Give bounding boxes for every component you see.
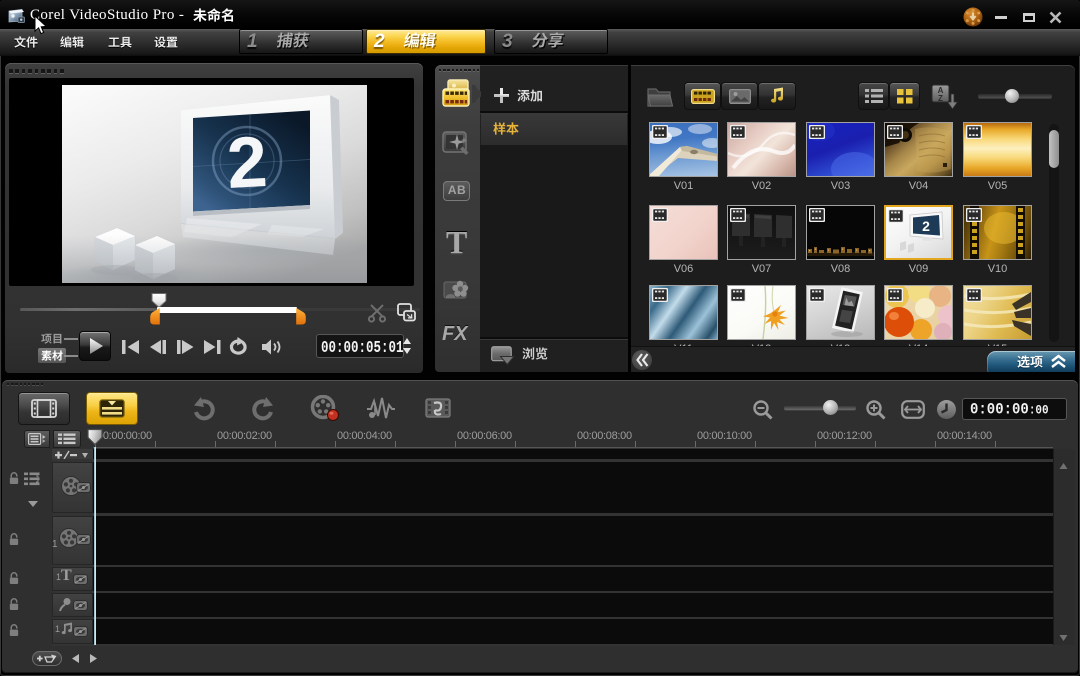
- svg-text:2: 2: [225, 122, 269, 204]
- svg-text:Z: Z: [938, 94, 943, 103]
- svg-text:2: 2: [922, 218, 930, 234]
